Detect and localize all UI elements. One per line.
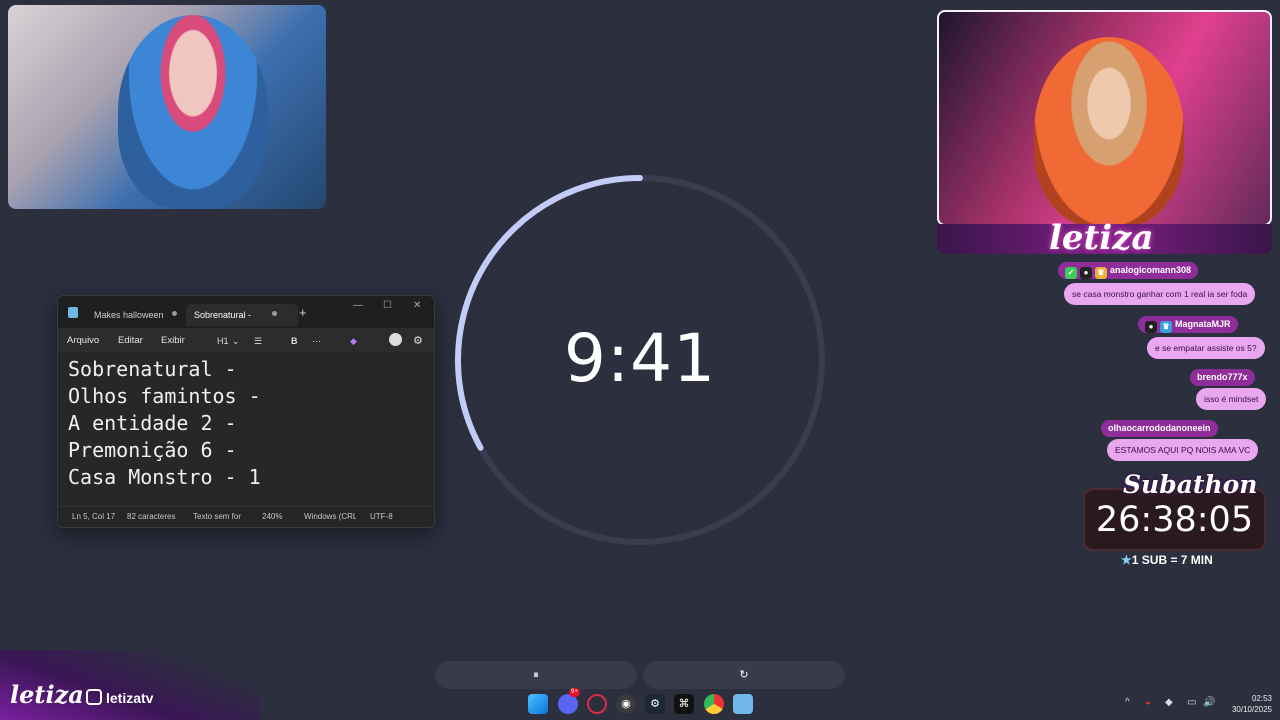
encoding[interactable]: UTF-8 <box>370 507 400 527</box>
chat-username: ● ♛ MagnataMJR <box>1138 316 1238 333</box>
streamer-image <box>1034 37 1184 224</box>
maximize-button[interactable]: ☐ <box>383 300 392 311</box>
text-format[interactable]: Texto sem for <box>193 507 245 527</box>
instagram-icon <box>86 689 102 705</box>
brand-logo: letiza <box>1049 218 1154 258</box>
cat-badge-icon: ● <box>1145 321 1157 333</box>
volume-icon[interactable]: 🔊 <box>1203 697 1215 708</box>
instagram-handle: letizatv <box>86 689 153 706</box>
discord-icon[interactable]: 9+ <box>558 688 580 714</box>
gear-icon[interactable]: ⚙ <box>413 332 423 350</box>
heading-dropdown[interactable]: H1 <box>217 332 229 350</box>
notepad-window[interactable]: Makes halloween Sobrenatural - + — ☐ ✕ A… <box>57 295 435 528</box>
line-ending[interactable]: Windows (CRL <box>304 507 356 527</box>
tab-label: Sobrenatural - <box>194 310 252 320</box>
streamer-image <box>118 15 268 209</box>
tab-sobrenatural[interactable]: Sobrenatural - <box>186 304 298 326</box>
opera-icon[interactable] <box>587 694 607 714</box>
network-icon[interactable]: ▭ <box>1187 697 1196 708</box>
notepad-icon[interactable] <box>733 694 753 714</box>
list-icon[interactable]: ☰ <box>254 332 262 350</box>
menu-arquivo[interactable]: Arquivo <box>67 328 99 354</box>
chevron-down-icon[interactable]: ⌄ <box>232 332 240 350</box>
subathon-title: Subathon <box>1123 470 1258 499</box>
clock-time: 02:53 <box>1251 694 1272 703</box>
zoom-level[interactable]: 240% <box>262 507 288 527</box>
chrome-icon[interactable] <box>704 694 724 714</box>
webcam-banner: letiza <box>937 218 1272 258</box>
chat-message: ESTAMOS AQUI PQ NOIS AMA VC <box>1107 439 1259 461</box>
subathon-timer: 26:38:05 <box>1095 500 1254 540</box>
rate-text: 1 SUB = 7 MIN <box>1131 553 1213 567</box>
clock-date: 30/10/2025 <box>1231 705 1272 714</box>
webcam-left <box>8 5 326 209</box>
status-bar: Ln 5, Col 17 82 caracteres Texto sem for… <box>58 506 434 527</box>
unsaved-dot-icon <box>272 311 277 316</box>
username-text: analogicomann308 <box>1110 265 1192 275</box>
chat-username: ✓ ● ♛ analogicomann308 <box>1058 262 1199 279</box>
timer-display: 9:41 <box>563 320 717 397</box>
copilot-icon[interactable]: ◆ <box>350 332 357 350</box>
subathon-rate: ★1 SUB = 7 MIN <box>1121 553 1213 567</box>
cat-badge-icon: ● <box>1080 267 1092 279</box>
webcam-right <box>937 10 1272 226</box>
close-button[interactable]: ✕ <box>413 300 421 311</box>
chat-message: isso é mindset <box>1196 388 1267 410</box>
reset-button[interactable]: ↻ <box>643 661 845 689</box>
notification-badge: 9+ <box>569 688 580 697</box>
steam-icon[interactable]: ⚙ <box>645 694 665 714</box>
crown-badge-icon: ♛ <box>1095 267 1107 279</box>
new-tab-button[interactable]: + <box>299 305 307 320</box>
tray-icon[interactable]: ◆ <box>1165 697 1173 708</box>
account-avatar[interactable] <box>389 333 402 346</box>
character-count: 82 caracteres <box>127 512 176 521</box>
menu-editar[interactable]: Editar <box>118 328 143 354</box>
chat-username: olhaocarrododanoneein <box>1101 420 1218 437</box>
check-badge-icon: ✓ <box>1065 267 1077 279</box>
pause-icon: ⏸ <box>533 669 539 681</box>
minimize-button[interactable]: — <box>353 300 363 311</box>
notepad-app-icon <box>68 307 78 318</box>
crown-badge-icon: ♛ <box>1160 321 1172 333</box>
menu-exibir[interactable]: Exibir <box>161 328 185 354</box>
footer-logo: letiza <box>10 680 84 709</box>
cursor-position: Ln 5, Col 17 <box>72 512 116 521</box>
capcut-icon[interactable]: ⌘ <box>674 694 694 714</box>
username-text: MagnataMJR <box>1175 319 1231 329</box>
chat-username: brendo777x <box>1190 369 1255 386</box>
obs-icon[interactable]: ◉ <box>616 694 636 714</box>
chat-message: se casa monstro ganhar com 1 real ia ser… <box>1064 283 1256 305</box>
tab-label: Makes halloween <box>94 310 164 320</box>
social-text: letizatv <box>106 690 154 706</box>
app-tray-icon[interactable]: ◒ <box>1145 697 1151 708</box>
windows-start-icon[interactable] <box>528 694 548 714</box>
star-icon: ★ <box>1121 553 1132 567</box>
reset-icon: ↻ <box>739 669 749 681</box>
menu-bar: Arquivo Editar Exibir H1 ⌄ ☰ B ··· ◆ ⚙ <box>58 328 434 352</box>
chevron-up-icon[interactable]: ^ <box>1125 697 1130 708</box>
timer-progress-arc <box>454 175 643 451</box>
tab-bar: Makes halloween Sobrenatural - + — ☐ ✕ <box>58 296 434 328</box>
document-text[interactable]: Sobrenatural - Olhos famintos - A entida… <box>68 356 261 491</box>
pause-button[interactable]: ⏸ <box>435 661 637 689</box>
bold-button[interactable]: B <box>291 332 298 350</box>
more-options-button[interactable]: ··· <box>312 332 321 350</box>
chat-message: e se empatar assiste os 5? <box>1147 337 1265 359</box>
taskbar-clock[interactable]: 02:53 30/10/2025 <box>1222 693 1272 715</box>
unsaved-dot-icon <box>172 311 177 316</box>
tab-makes-halloween[interactable]: Makes halloween <box>86 304 186 326</box>
